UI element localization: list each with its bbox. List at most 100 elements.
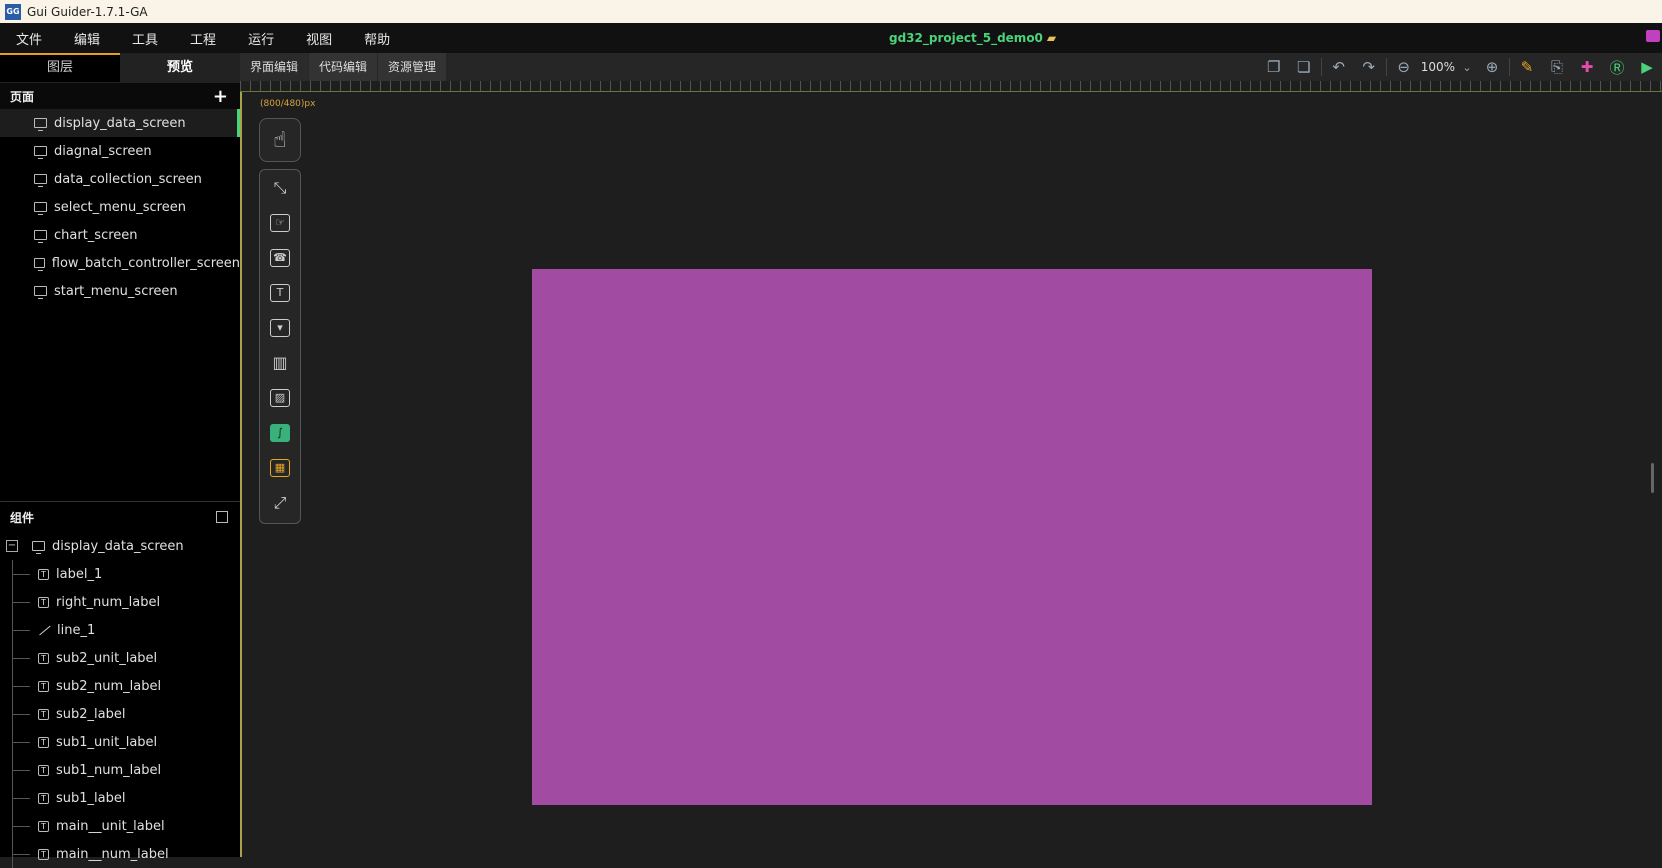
screen-canvas[interactable] (532, 269, 1372, 805)
pages-title: 页面 (10, 89, 35, 104)
popout-icon[interactable] (216, 511, 228, 523)
monitor-icon (34, 174, 47, 187)
pointer-tool-icon[interactable]: ☝ (259, 118, 301, 162)
build-icon[interactable]: ✚ (1572, 53, 1602, 81)
undo-icon[interactable]: ↶ (1324, 53, 1354, 81)
tree-item[interactable]: Tsub1_label (0, 784, 240, 812)
chat-icon[interactable] (1646, 30, 1660, 42)
page-item[interactable]: start_menu_screen (0, 277, 240, 305)
page-item[interactable]: flow_batch_controller_screen (0, 249, 240, 277)
animation-widget-icon[interactable]: ∫ (260, 415, 300, 450)
text-icon: T (38, 680, 49, 692)
menu-bar: 文件 编辑 工具 工程 运行 视图 帮助 gd32_project_5_demo… (0, 23, 1662, 53)
menu-view[interactable]: 视图 (290, 29, 348, 48)
text-icon: T (38, 596, 49, 608)
components-header: 组件 (0, 502, 240, 532)
monitor-icon (34, 286, 47, 299)
chart-widget-icon[interactable]: ▥ (260, 345, 300, 380)
editor-area: 界面编辑 代码编辑 资源管理 ❐ ❏ ↶ ↷ ⊖ 100% ⌄ ⊕ ✎ ⎘ ✚ … (240, 53, 1662, 857)
send-back-icon[interactable]: ❏ (1289, 53, 1319, 81)
line-icon (38, 625, 51, 636)
tree-item[interactable]: Tsub2_label (0, 700, 240, 728)
page-list: display_data_screen diagnal_screen data_… (0, 109, 240, 305)
tree-item[interactable]: Tlabel_1 (0, 560, 240, 588)
canvas-size-label: (800/480)px (260, 99, 316, 109)
tree-item[interactable]: line_1 (0, 616, 240, 644)
monitor-icon (34, 258, 45, 271)
project-name[interactable]: gd32_project_5_demo0 ▰ (889, 23, 1056, 53)
tab-layers[interactable]: 图层 (0, 53, 120, 82)
menu-project[interactable]: 工程 (174, 29, 232, 48)
scrollbar[interactable] (1651, 463, 1654, 493)
tree-item[interactable]: Tsub2_num_label (0, 672, 240, 700)
text-icon: T (38, 652, 49, 664)
components-panel: 组件 − display_data_screen Tlabel_1 Tright… (0, 501, 240, 868)
left-panel: 图层 预览 页面 + display_data_screen diagnal_s… (0, 53, 240, 868)
toolbar-divider (1509, 58, 1510, 76)
monitor-icon (34, 118, 47, 131)
generate-code-icon[interactable]: ⎘ (1542, 53, 1572, 81)
button-widget-icon[interactable]: ☞ (260, 205, 300, 240)
page-item[interactable]: chart_screen (0, 221, 240, 249)
window-title: Gui Guider-1.7.1-GA (27, 4, 148, 19)
page-item[interactable]: display_data_screen (0, 109, 240, 137)
tree-item[interactable]: Tmain__num_label (0, 840, 240, 868)
menu-tools[interactable]: 工具 (116, 29, 174, 48)
page-item[interactable]: select_menu_screen (0, 193, 240, 221)
horizontal-ruler (240, 81, 1662, 91)
text-icon: T (38, 568, 49, 580)
app-logo-icon: GG (5, 3, 21, 20)
text-icon: T (38, 792, 49, 804)
redo-icon[interactable]: ↷ (1354, 53, 1384, 81)
tree-item[interactable]: Tsub1_unit_label (0, 728, 240, 756)
run-icon[interactable]: ▶ (1632, 53, 1662, 81)
tree-item[interactable]: Tright_num_label (0, 588, 240, 616)
left-tabs: 图层 预览 (0, 53, 240, 83)
image-widget-icon[interactable]: ▨ (260, 380, 300, 415)
register-icon[interactable]: Ⓡ (1602, 53, 1632, 81)
monitor-icon (32, 541, 45, 554)
menu-help[interactable]: 帮助 (348, 29, 406, 48)
toolbar-divider (1320, 58, 1322, 76)
label-widget-icon[interactable]: T (260, 275, 300, 310)
components-title: 组件 (10, 510, 35, 525)
ruler-guide (240, 91, 1662, 92)
vertical-ruler (240, 92, 242, 857)
add-page-icon[interactable]: + (213, 86, 228, 107)
zoom-out-icon[interactable]: ⊖ (1389, 53, 1419, 81)
tab-preview[interactable]: 预览 (120, 53, 240, 82)
collapse-palette-icon[interactable]: ⤡ (260, 170, 300, 205)
tab-code-editor[interactable]: 代码编辑 (309, 53, 378, 81)
tree-item[interactable]: Tsub2_unit_label (0, 644, 240, 672)
tree-item[interactable]: Tsub1_num_label (0, 756, 240, 784)
dropdown-widget-icon[interactable]: ▾ (260, 310, 300, 345)
bring-front-icon[interactable]: ❐ (1259, 53, 1289, 81)
tab-ui-editor[interactable]: 界面编辑 (240, 53, 309, 81)
qrcode-widget-icon[interactable]: ▦ (260, 450, 300, 485)
page-item[interactable]: data_collection_screen (0, 165, 240, 193)
clean-icon[interactable]: ✎ (1512, 53, 1542, 81)
zoom-level[interactable]: 100% (1419, 60, 1457, 74)
tree-item[interactable]: Tmain__unit_label (0, 812, 240, 840)
monitor-icon (34, 202, 47, 215)
text-icon: T (38, 820, 49, 832)
folder-icon: ▰ (1046, 31, 1057, 45)
menu-edit[interactable]: 编辑 (58, 29, 116, 48)
project-name-label: gd32_project_5_demo0 (889, 31, 1043, 45)
chevron-down-icon[interactable]: ⌄ (1457, 53, 1477, 81)
tree-root[interactable]: − display_data_screen (0, 532, 240, 560)
zoom-in-icon[interactable]: ⊕ (1477, 53, 1507, 81)
pages-header: 页面 + (0, 83, 240, 109)
menu-run[interactable]: 运行 (232, 29, 290, 48)
tab-resource-manager[interactable]: 资源管理 (378, 53, 447, 81)
monitor-icon (34, 230, 47, 243)
expand-palette-icon[interactable]: ⤢ (260, 485, 300, 520)
image-button-widget-icon[interactable]: ☎ (260, 240, 300, 275)
collapse-icon[interactable]: − (6, 540, 18, 552)
menu-file[interactable]: 文件 (0, 29, 58, 48)
widget-palette: ⤡ ☞ ☎ T ▾ ▥ ▨ ∫ ▦ ⤢ (259, 169, 301, 524)
text-icon: T (38, 848, 49, 860)
text-icon: T (38, 736, 49, 748)
page-item[interactable]: diagnal_screen (0, 137, 240, 165)
text-icon: T (38, 708, 49, 720)
